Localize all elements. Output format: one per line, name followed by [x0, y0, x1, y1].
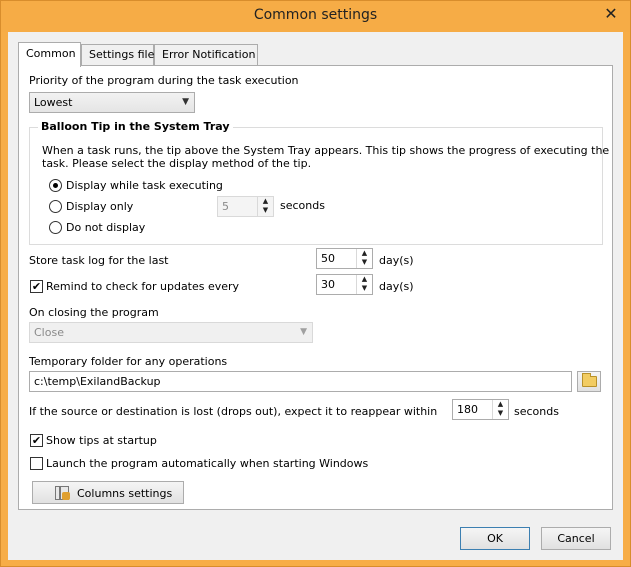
balloon-seconds-label: seconds — [280, 199, 325, 212]
reappear-seconds-value: 180 — [457, 403, 478, 416]
closing-value: Close — [34, 326, 64, 339]
window-title: Common settings — [253, 7, 378, 23]
spin-down-icon[interactable]: ▼ — [357, 258, 372, 267]
tab-common[interactable]: Common — [18, 42, 81, 67]
balloon-description-line1: When a task runs, the tip above the Syst… — [42, 144, 610, 157]
log-label: Store task log for the last — [29, 254, 169, 267]
updates-checkbox[interactable]: ✔ — [30, 280, 43, 293]
log-days-value: 50 — [321, 252, 335, 265]
common-tab-panel: Priority of the program during the task … — [18, 65, 613, 510]
temp-folder-label: Temporary folder for any operations — [29, 355, 228, 368]
updates-days-value: 30 — [321, 278, 335, 291]
columns-settings-label: Columns settings — [77, 487, 173, 500]
tab-settings-file[interactable]: Settings file — [81, 44, 154, 66]
radio-display-only[interactable] — [49, 200, 62, 213]
balloon-tip-group: Balloon Tip in the System Tray When a ta… — [29, 120, 609, 245]
autostart-label[interactable]: Launch the program automatically when st… — [46, 457, 368, 470]
balloon-seconds-value: 5 — [222, 200, 229, 213]
columns-settings-button[interactable]: Columns settings — [32, 481, 184, 504]
priority-value: Lowest — [34, 96, 73, 109]
log-days-unit: day(s) — [379, 254, 414, 267]
show-tips-label[interactable]: Show tips at startup — [46, 434, 157, 447]
updates-days-unit: day(s) — [379, 280, 414, 293]
reappear-label: If the source or destination is lost (dr… — [29, 405, 438, 418]
priority-select[interactable]: Lowest ▼ — [29, 92, 195, 113]
spin-down-icon[interactable]: ▼ — [493, 409, 508, 418]
balloon-tip-title: Balloon Tip in the System Tray — [38, 120, 233, 133]
closing-select[interactable]: Close ▼ — [29, 322, 313, 343]
option-do-not-display-label[interactable]: Do not display — [66, 221, 145, 234]
settings-window: Common settings ✕ Common Settings file E… — [0, 0, 631, 567]
folder-icon — [582, 373, 597, 387]
ok-button[interactable]: OK — [460, 527, 530, 550]
autostart-checkbox[interactable] — [30, 457, 43, 470]
chevron-down-icon: ▼ — [300, 327, 307, 337]
radio-display-while-executing[interactable] — [49, 179, 62, 192]
updates-days-spinner[interactable]: 30 ▲ ▼ — [316, 274, 373, 295]
title-bar: Common settings ✕ — [1, 1, 630, 32]
spin-down-icon[interactable]: ▼ — [357, 284, 372, 293]
browse-folder-button[interactable] — [577, 371, 601, 392]
spin-up-icon[interactable]: ▲ — [357, 275, 372, 284]
spin-down-icon[interactable]: ▼ — [258, 206, 273, 215]
tab-error-notification[interactable]: Error Notification — [154, 44, 258, 66]
reappear-seconds-spinner[interactable]: 180 ▲ ▼ — [452, 399, 509, 420]
spin-up-icon[interactable]: ▲ — [258, 197, 273, 206]
show-tips-checkbox[interactable]: ✔ — [30, 434, 43, 447]
columns-settings-icon — [55, 486, 70, 500]
temp-folder-input[interactable]: c:\temp\ExilandBackup — [29, 371, 572, 392]
cancel-button[interactable]: Cancel — [541, 527, 611, 550]
close-icon[interactable]: ✕ — [598, 4, 624, 24]
option-display-only-label[interactable]: Display only — [66, 200, 133, 213]
closing-label: On closing the program — [29, 306, 159, 319]
updates-label[interactable]: Remind to check for updates every — [46, 280, 239, 293]
priority-label: Priority of the program during the task … — [29, 74, 299, 87]
option-display-while-executing-label[interactable]: Display while task executing — [66, 179, 223, 192]
spin-up-icon[interactable]: ▲ — [493, 400, 508, 409]
balloon-description-line2: task. Please select the display method o… — [42, 157, 312, 170]
dialog-client-area: Common Settings file Error Notification … — [8, 32, 623, 560]
log-days-spinner[interactable]: 50 ▲ ▼ — [316, 248, 373, 269]
balloon-seconds-spinner[interactable]: 5 ▲ ▼ — [217, 196, 274, 217]
reappear-seconds-unit: seconds — [514, 405, 559, 418]
chevron-down-icon: ▼ — [182, 97, 189, 107]
radio-do-not-display[interactable] — [49, 221, 62, 234]
spin-up-icon[interactable]: ▲ — [357, 249, 372, 258]
